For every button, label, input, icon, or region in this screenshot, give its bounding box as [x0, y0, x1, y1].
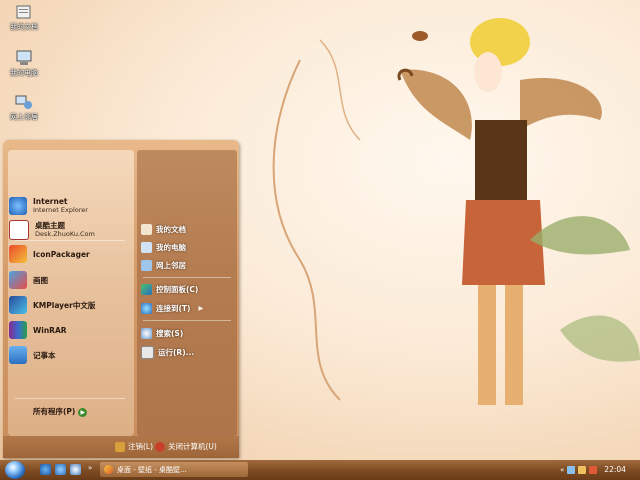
logoff-label: 注销(L)	[128, 442, 154, 451]
start-item-title: 桌酷主题	[35, 221, 65, 230]
quicklaunch-chevron-icon[interactable]: »	[88, 464, 92, 472]
documents-icon	[15, 4, 33, 20]
start-item-winrar[interactable]: WinRAR	[9, 320, 129, 340]
shutdown-button[interactable]: 关闭计算机(U)	[155, 441, 217, 452]
start-item-internet-explorer[interactable]: Internet Internet Explorer	[9, 196, 129, 216]
places-item-search[interactable]: 搜索(S)	[141, 326, 235, 340]
places-item-connect-to[interactable]: 连接到(T) ▶	[141, 301, 235, 315]
start-menu-separator	[143, 320, 231, 321]
computer-icon	[15, 50, 33, 66]
taskbar-window-button[interactable]: 桌面 - 壁纸 - 桌酷壁...	[100, 462, 248, 477]
computer-icon	[141, 241, 152, 253]
start-item-subtitle: Internet Explorer	[33, 206, 88, 214]
start-item-title: KMPlayer中文版	[33, 300, 96, 310]
start-item-iconpackager[interactable]: IconPackager	[9, 244, 129, 264]
places-item-label: 网上邻居	[156, 260, 186, 270]
places-item-run[interactable]: 运行(R)...	[141, 345, 235, 359]
start-item-paint[interactable]: 画图	[9, 270, 129, 290]
paint-icon	[9, 271, 27, 289]
tray-expand-icon[interactable]: «	[560, 466, 564, 474]
media-quicklaunch-icon[interactable]	[55, 464, 66, 475]
places-item-label: 运行(R)...	[158, 347, 195, 357]
network-icon	[141, 259, 152, 271]
start-item-subtitle: Desk.ZhuoKu.Com	[35, 230, 95, 238]
start-menu: Internet Internet Explorer 桌酷主题 Desk.ZhuoK…	[3, 140, 239, 458]
start-button[interactable]	[5, 461, 25, 479]
ie-quicklaunch-icon[interactable]	[40, 464, 51, 475]
places-item-control-panel[interactable]: 控制面板(C)	[141, 282, 235, 296]
taskbar-window-label: 桌面 - 壁纸 - 桌酷壁...	[117, 465, 187, 474]
clock[interactable]: 22:04	[604, 465, 626, 474]
start-item-zhuoku[interactable]: 桌酷主题 Desk.ZhuoKu.Com	[9, 220, 129, 240]
all-programs-button[interactable]: 所有程序(P) ▶	[33, 406, 88, 417]
security-tray-icon[interactable]	[589, 465, 598, 474]
winrar-icon	[9, 321, 27, 339]
places-item-label: 我的文档	[156, 224, 186, 234]
start-menu-separator	[143, 277, 231, 278]
network-icon	[15, 94, 33, 110]
desktop-icon-my-computer[interactable]: 我的电脑	[4, 50, 44, 78]
shutdown-label: 关闭计算机(U)	[168, 442, 217, 451]
start-item-title: WinRAR	[33, 325, 67, 335]
places-item-my-computer[interactable]: 我的电脑	[141, 240, 235, 254]
control-panel-icon	[141, 283, 152, 295]
browser-icon	[104, 465, 113, 474]
taskbar: » 桌面 - 壁纸 - 桌酷壁... « 22:04	[0, 460, 640, 480]
desktop-icon-label: 网上邻居	[10, 113, 38, 121]
internet-explorer-icon	[9, 197, 27, 215]
submenu-arrow-icon: ▶	[198, 304, 204, 312]
connect-icon	[141, 302, 152, 314]
start-menu-separator	[15, 240, 125, 241]
start-menu-footer: 注销(L) 关闭计算机(U)	[3, 436, 239, 458]
start-item-title: IconPackager	[33, 249, 90, 259]
desktop-icon-label: 我的文档	[10, 23, 38, 31]
start-item-title: Internet	[33, 197, 68, 206]
start-item-kmplayer[interactable]: KMPlayer中文版	[9, 295, 129, 315]
places-item-label: 连接到(T)	[156, 303, 191, 313]
volume-tray-icon[interactable]	[578, 465, 587, 474]
start-item-notepad[interactable]: 记事本	[9, 345, 129, 365]
places-item-label: 控制面板(C)	[156, 284, 199, 294]
notepad-icon	[9, 346, 27, 364]
desktop-quicklaunch-icon[interactable]	[70, 464, 81, 475]
kmplayer-icon	[9, 296, 27, 314]
start-item-title: 记事本	[33, 350, 56, 360]
start-menu-separator	[15, 398, 125, 399]
network-tray-icon[interactable]	[567, 465, 576, 474]
start-item-title: 画图	[33, 275, 48, 285]
documents-icon	[141, 223, 152, 235]
desktop-icon-my-documents[interactable]: 我的文档	[4, 4, 44, 32]
run-icon	[141, 345, 154, 359]
logoff-button[interactable]: 注销(L)	[115, 441, 153, 452]
system-tray: « 22:04	[560, 462, 638, 477]
places-item-label: 搜索(S)	[156, 328, 184, 338]
iconpackager-icon	[9, 245, 27, 263]
search-icon	[141, 327, 152, 339]
places-item-my-documents[interactable]: 我的文档	[141, 222, 235, 236]
start-menu-programs-pane	[8, 150, 134, 436]
desktop-icon-label: 我的电脑	[10, 69, 38, 77]
desktop-icon-network-places[interactable]: 网上邻居	[4, 94, 44, 122]
all-programs-label: 所有程序(P)	[33, 407, 76, 416]
places-item-network[interactable]: 网上邻居	[141, 258, 235, 272]
key-icon	[115, 441, 125, 452]
zhuoku-icon	[9, 220, 29, 240]
power-icon	[155, 441, 165, 452]
places-item-label: 我的电脑	[156, 242, 186, 252]
arrow-right-icon: ▶	[78, 408, 88, 417]
